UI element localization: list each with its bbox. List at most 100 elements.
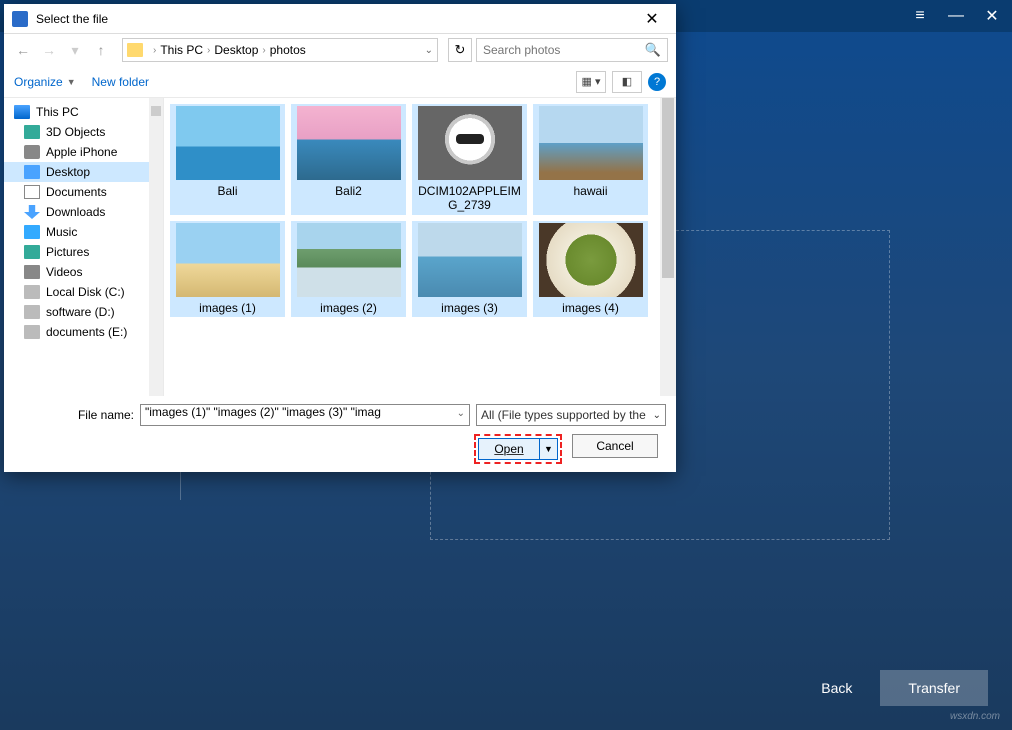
ic-disk-icon (24, 325, 40, 339)
chevron-down-icon[interactable]: ⌄ (457, 408, 465, 419)
sidebar-item-music[interactable]: Music (4, 222, 163, 242)
image-thumbnail (297, 106, 401, 180)
file-label: images (3) (441, 301, 498, 315)
nav-recent-icon[interactable]: ▾ (64, 39, 86, 61)
sidebar-item-documents-e-[interactable]: documents (E:) (4, 322, 163, 342)
ic-phone-icon (24, 145, 40, 159)
sidebar-item-apple-iphone[interactable]: Apple iPhone (4, 142, 163, 162)
nav-up-icon[interactable]: ↑ (90, 39, 112, 61)
chevron-right-icon: › (262, 45, 265, 56)
sidebar-scrollbar[interactable] (149, 98, 163, 396)
dialog-body: This PC 3D ObjectsApple iPhoneDesktopDoc… (4, 98, 676, 396)
transfer-button[interactable]: Transfer (880, 670, 988, 706)
ic-doc-icon (24, 185, 40, 199)
file-thumbnail[interactable]: DCIM102APPLEIMG_2739 (412, 104, 527, 215)
dialog-footer: File name: ⌄ All (File types supported b… (4, 396, 676, 472)
open-button[interactable]: Open (478, 438, 540, 460)
open-button-highlight: Open ▼ (474, 434, 562, 464)
open-dropdown-icon[interactable]: ▼ (540, 438, 558, 460)
sidebar-item-downloads[interactable]: Downloads (4, 202, 163, 222)
sidebar-item-local-disk-c-[interactable]: Local Disk (C:) (4, 282, 163, 302)
sidebar-item-desktop[interactable]: Desktop (4, 162, 163, 182)
file-thumbnail[interactable]: Bali2 (291, 104, 406, 215)
file-label: images (1) (199, 301, 256, 315)
search-icon: 🔍 (645, 42, 661, 58)
thumbnail-grid: Bali Bali2 DCIM102APPLEIMG_2739 hawaii image… (164, 98, 676, 323)
file-label: DCIM102APPLEIMG_2739 (415, 184, 525, 213)
button-row: Open ▼ Cancel (14, 434, 666, 464)
folder-icon (127, 43, 143, 57)
filename-row: File name: ⌄ All (File types supported b… (14, 404, 666, 426)
filename-input[interactable] (145, 405, 449, 419)
search-field[interactable] (483, 43, 645, 57)
cancel-button[interactable]: Cancel (572, 434, 658, 458)
file-label: hawaii (573, 184, 607, 198)
filetype-select[interactable]: All (File types supported by the ⌄ (476, 404, 666, 426)
nav-back-icon[interactable]: ← (12, 39, 34, 61)
file-thumbnail[interactable]: images (1) (170, 221, 285, 317)
sidebar-item-this-pc[interactable]: This PC (4, 102, 163, 122)
app-icon (12, 11, 28, 27)
pc-icon (14, 105, 30, 119)
sidebar-item-software-d-[interactable]: software (D:) (4, 302, 163, 322)
preview-pane-button[interactable]: ◧ (612, 71, 642, 93)
menu-icon[interactable]: ≡ (908, 4, 932, 28)
sidebar-item-pictures[interactable]: Pictures (4, 242, 163, 262)
dialog-title: Select the file (36, 12, 636, 26)
image-thumbnail (176, 223, 280, 297)
ic-disk-icon (24, 285, 40, 299)
close-icon[interactable]: ✕ (980, 4, 1004, 28)
ic-music-icon (24, 225, 40, 239)
sidebar-item-3d-objects[interactable]: 3D Objects (4, 122, 163, 142)
file-thumbnail[interactable]: images (4) (533, 221, 648, 317)
scrollbar-thumb[interactable] (151, 106, 161, 116)
ic-vid-icon (24, 265, 40, 279)
sidebar: This PC 3D ObjectsApple iPhoneDesktopDoc… (4, 98, 164, 396)
ic-desktop-icon (24, 165, 40, 179)
open-split-button[interactable]: Open ▼ (478, 438, 558, 460)
chevron-right-icon: › (153, 45, 156, 56)
dialog-toolbar: Organize ▼ New folder ▦ ▾ ◧ ? (4, 66, 676, 98)
view-mode-button[interactable]: ▦ ▾ (576, 71, 606, 93)
dialog-titlebar: Select the file ✕ (4, 4, 676, 34)
image-thumbnail (418, 223, 522, 297)
refresh-icon[interactable]: ↻ (448, 38, 472, 62)
file-thumbnail[interactable]: images (3) (412, 221, 527, 317)
content-scrollbar[interactable] (660, 98, 676, 396)
search-input[interactable]: 🔍 (476, 38, 668, 62)
ic-3d-icon (24, 125, 40, 139)
breadcrumb-seg-2[interactable]: photos (270, 43, 306, 57)
scrollbar-thumb[interactable] (662, 98, 674, 278)
new-folder-button[interactable]: New folder (92, 75, 149, 89)
watermark: wsxdn.com (950, 711, 1000, 722)
file-content: Bali Bali2 DCIM102APPLEIMG_2739 hawaii image… (164, 98, 676, 396)
dialog-nav: ← → ▾ ↑ › This PC › Desktop › photos ⌄ ↻… (4, 34, 676, 66)
breadcrumb[interactable]: › This PC › Desktop › photos ⌄ (122, 38, 438, 62)
chevron-down-icon: ▼ (67, 77, 76, 87)
organize-menu[interactable]: Organize ▼ (14, 75, 76, 89)
chevron-down-icon[interactable]: ⌄ (425, 45, 433, 56)
file-label: Bali2 (335, 184, 362, 198)
file-dialog: Select the file ✕ ← → ▾ ↑ › This PC › De… (4, 4, 676, 472)
file-thumbnail[interactable]: hawaii (533, 104, 648, 215)
minimize-icon[interactable]: — (944, 4, 968, 28)
chevron-right-icon: › (207, 45, 210, 56)
nav-forward-icon[interactable]: → (38, 39, 60, 61)
file-label: images (2) (320, 301, 377, 315)
file-thumbnail[interactable]: Bali (170, 104, 285, 215)
breadcrumb-seg-0[interactable]: This PC (160, 43, 203, 57)
dialog-close-icon[interactable]: ✕ (636, 9, 668, 29)
file-label: Bali (217, 184, 237, 198)
back-button[interactable]: Back (809, 672, 864, 704)
sidebar-item-videos[interactable]: Videos (4, 262, 163, 282)
breadcrumb-seg-1[interactable]: Desktop (214, 43, 258, 57)
ic-dl-icon (24, 205, 40, 219)
ic-disk-icon (24, 305, 40, 319)
sidebar-item-documents[interactable]: Documents (4, 182, 163, 202)
chevron-down-icon: ⌄ (653, 410, 661, 421)
help-icon[interactable]: ? (648, 73, 666, 91)
image-thumbnail (297, 223, 401, 297)
filename-label: File name: (14, 408, 134, 422)
file-thumbnail[interactable]: images (2) (291, 221, 406, 317)
filename-input-wrap[interactable]: ⌄ (140, 404, 470, 426)
